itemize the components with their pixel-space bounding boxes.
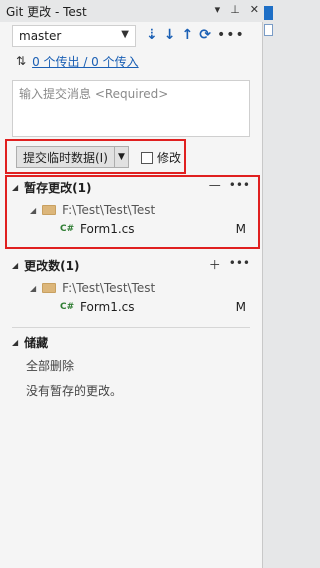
changes-folder-row[interactable]: ◢ F:\Test\Test\Test [30,281,155,295]
changes-title: 更改数(1) [24,259,80,273]
more-icon[interactable]: ••• [229,256,250,273]
git-actions-toolbar: ⇣ ↓ ↑ ⟳ ••• [146,27,245,43]
close-icon[interactable]: ✕ [250,3,259,16]
git-changes-panel: Git 更改 - Test ▾ ⊥ ✕ master ▼ ⇣ ↓ ↑ ⟳ •••… [0,0,263,568]
csharp-file-icon: C# [60,302,75,312]
expand-triangle-icon[interactable]: ◢ [30,284,36,293]
highlight-staged-area [5,175,260,249]
pin-icon[interactable]: ⊥ [230,3,240,16]
commit-message-placeholder: 输入提交消息 <Required> [19,87,169,101]
changes-file-name: Form1.cs [80,300,135,314]
stash-header[interactable]: ◢ 储藏 [12,334,48,351]
changes-file-row[interactable]: C# Form1.cs [60,300,135,314]
branch-name: master [19,29,62,43]
push-icon[interactable]: ↑ [181,27,193,43]
expand-triangle-icon[interactable]: ◢ [12,338,18,347]
pull-icon[interactable]: ↓ [164,27,176,43]
adjacent-tab-indicator [264,24,273,36]
window-title: Git 更改 - Test [6,4,87,19]
more-icon[interactable]: ••• [217,27,245,43]
titlebar-icons: ▾ ⊥ ✕ [215,3,259,16]
sync-status-row: ⇅ 0 个传出 / 0 个传入 [16,52,139,70]
commit-message-input[interactable]: 输入提交消息 <Required> [12,80,250,137]
changes-file-status: M [235,300,246,314]
outgoing-incoming-link[interactable]: 0 个传出 / 0 个传入 [32,53,139,70]
stage-all-icon[interactable]: ＋ [209,256,221,273]
adjacent-panel-strip [264,0,273,568]
sync-icon[interactable]: ⟳ [199,27,211,43]
changes-folder-path: F:\Test\Test\Test [62,281,156,295]
dropdown-icon[interactable]: ▾ [215,3,221,16]
expand-triangle-icon[interactable]: ◢ [12,261,18,270]
sync-arrows-icon: ⇅ [16,54,27,68]
branch-selector[interactable]: master ▼ [12,25,136,47]
no-stash-message: 没有暂存的更改。 [26,384,123,398]
adjacent-tab[interactable] [264,6,273,20]
clear-all-stash-link[interactable]: 全部删除 [26,357,74,374]
highlight-commit-area [5,139,186,174]
chevron-down-icon: ▼ [121,29,129,40]
changes-section-icons: ＋ ••• [209,256,250,273]
folder-icon [42,283,57,293]
window-titlebar: Git 更改 - Test ▾ ⊥ ✕ [0,0,263,22]
section-divider [12,327,250,328]
fetch-icon[interactable]: ⇣ [146,27,158,43]
stash-title: 储藏 [24,336,49,350]
changes-header[interactable]: ◢ 更改数(1) [12,257,79,274]
